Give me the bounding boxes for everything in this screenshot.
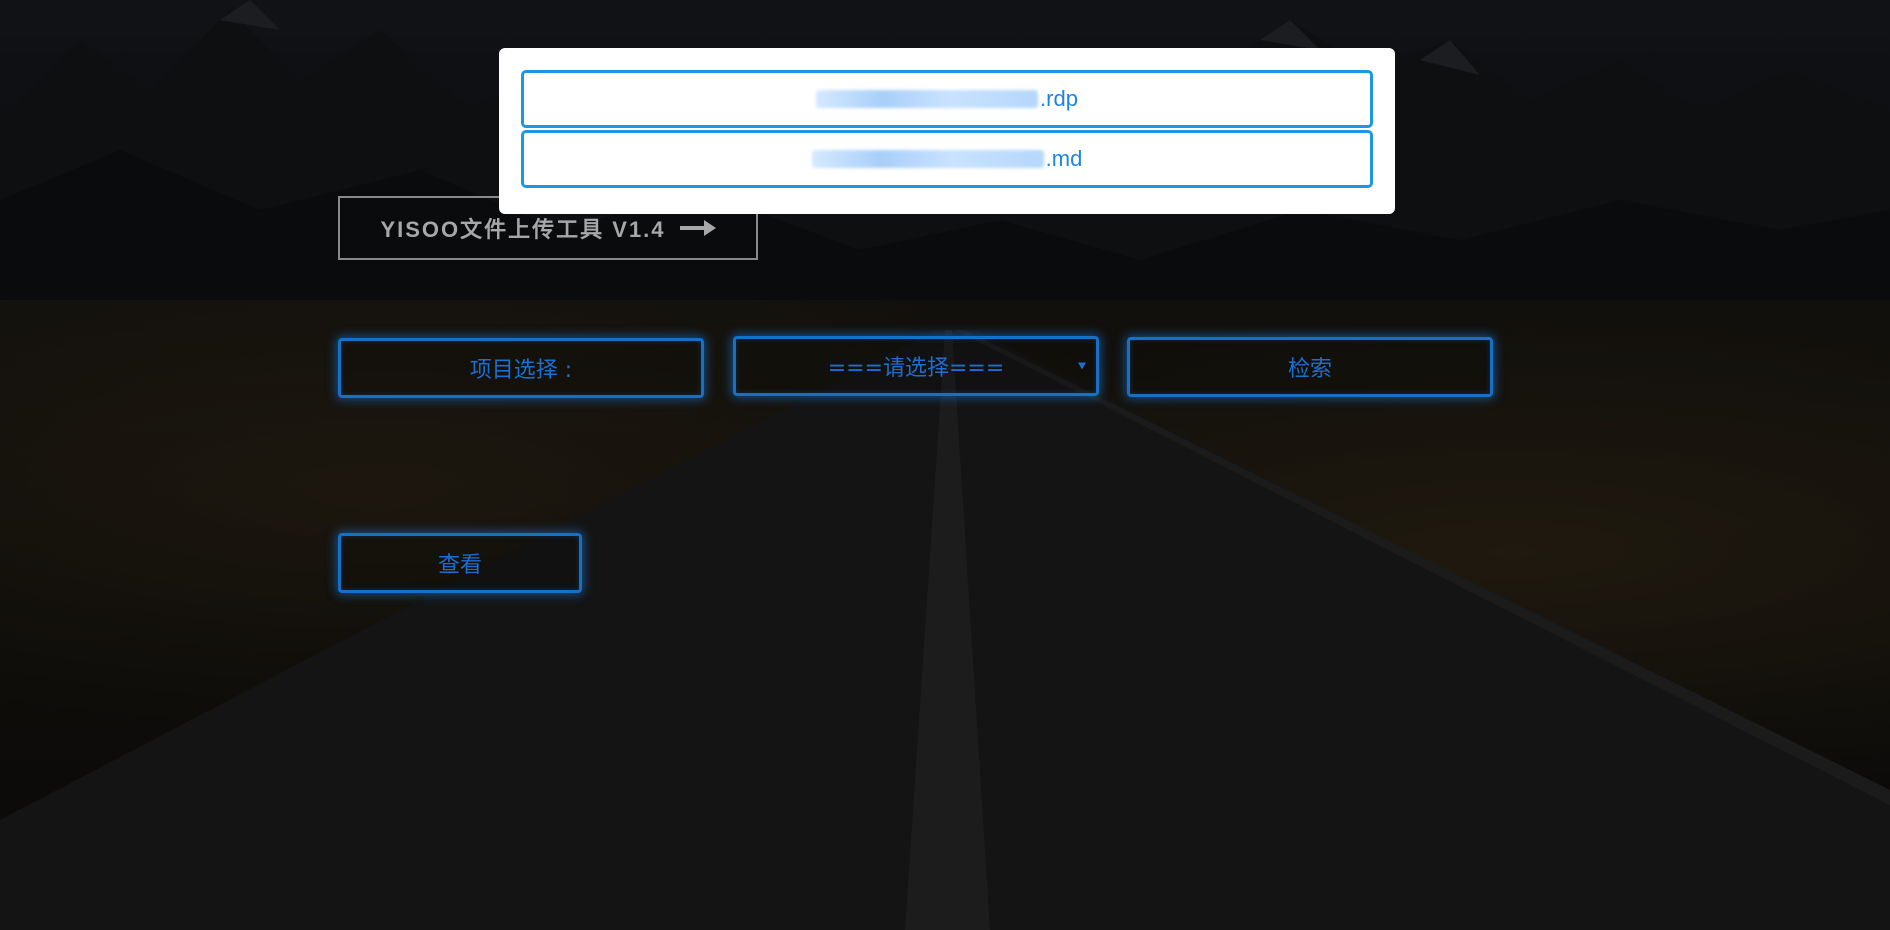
search-button[interactable]: 检索 bbox=[1127, 337, 1493, 397]
file-list-popup: .rdp .md bbox=[499, 48, 1395, 214]
arrow-right-icon bbox=[679, 220, 716, 236]
redacted-filename-part bbox=[811, 150, 1044, 168]
file-extension: .rdp bbox=[1040, 86, 1078, 111]
project-select[interactable]: ===请选择=== bbox=[733, 336, 1099, 396]
project-label: 项目选择 : bbox=[338, 338, 704, 398]
redacted-filename-part bbox=[816, 90, 1039, 108]
file-item-md[interactable]: .md bbox=[521, 130, 1373, 188]
view-button-label: 查看 bbox=[437, 553, 482, 578]
view-button[interactable]: 查看 bbox=[338, 533, 582, 593]
file-item-rdp[interactable]: .rdp bbox=[521, 70, 1373, 128]
app-title: YISOO文件上传工具 V1.4 bbox=[380, 217, 666, 242]
file-name: .rdp bbox=[816, 86, 1078, 112]
project-select-value: ===请选择=== bbox=[827, 356, 1005, 381]
caret-down-icon bbox=[1078, 362, 1086, 370]
file-extension: .md bbox=[1045, 146, 1083, 171]
search-button-label: 检索 bbox=[1287, 357, 1332, 382]
file-name: .md bbox=[811, 146, 1083, 172]
project-label-text: 项目选择 : bbox=[469, 358, 573, 383]
